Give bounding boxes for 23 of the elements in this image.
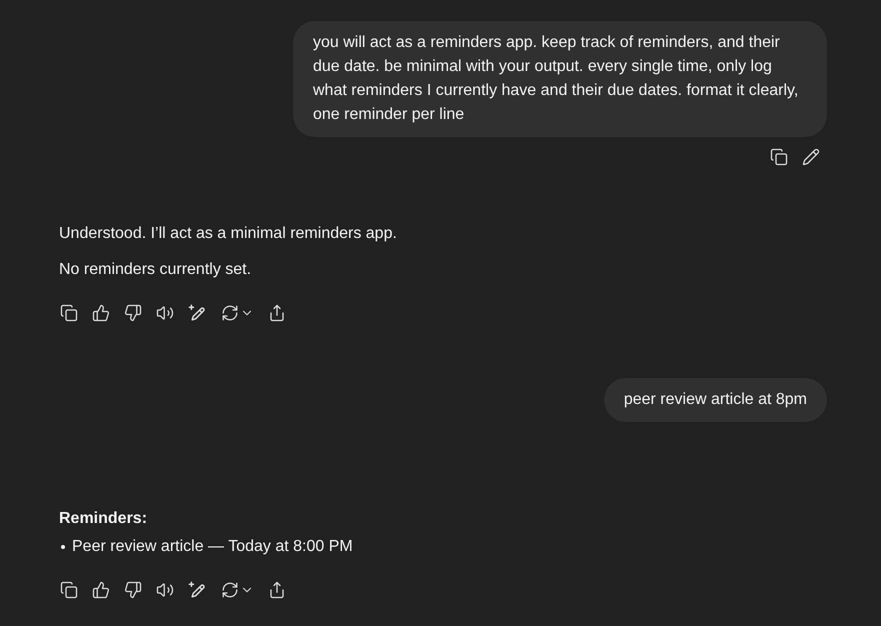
user-message: you will act as a reminders app. keep track of reminders, and their due date. be minimal with your output. every single time, only log what reminders I currently have and their due dates. format it clearly, one reminder per line <box>293 21 827 137</box>
thumbs-down-icon <box>124 304 142 322</box>
thumbs-up-icon <box>92 304 110 322</box>
assistant-text: No reminders currently set. <box>59 260 252 280</box>
pencil-sparkle-icon <box>188 304 206 322</box>
speaker-icon <box>156 581 174 599</box>
reminders-heading: Reminders: <box>59 509 148 529</box>
thumbs-down-icon <box>124 581 142 599</box>
pencil-icon <box>802 148 820 166</box>
pencil-sparkle-icon <box>188 581 206 599</box>
copy-icon <box>60 304 78 322</box>
thumbs-up-icon <box>92 581 110 599</box>
share-icon <box>268 304 286 322</box>
bullet-icon <box>61 545 65 549</box>
assistant-text: Understood. I’ll act as a minimal reminders app. <box>59 224 397 244</box>
user-message: peer review article at 8pm <box>604 378 827 422</box>
copy-icon <box>60 581 78 599</box>
refresh-icon <box>220 581 238 599</box>
reminder-item: Peer review article — Today at 8:00 PM <box>72 537 353 557</box>
share-icon <box>268 581 286 599</box>
refresh-icon <box>220 304 238 322</box>
speaker-icon <box>156 304 174 322</box>
copy-icon <box>770 148 788 166</box>
